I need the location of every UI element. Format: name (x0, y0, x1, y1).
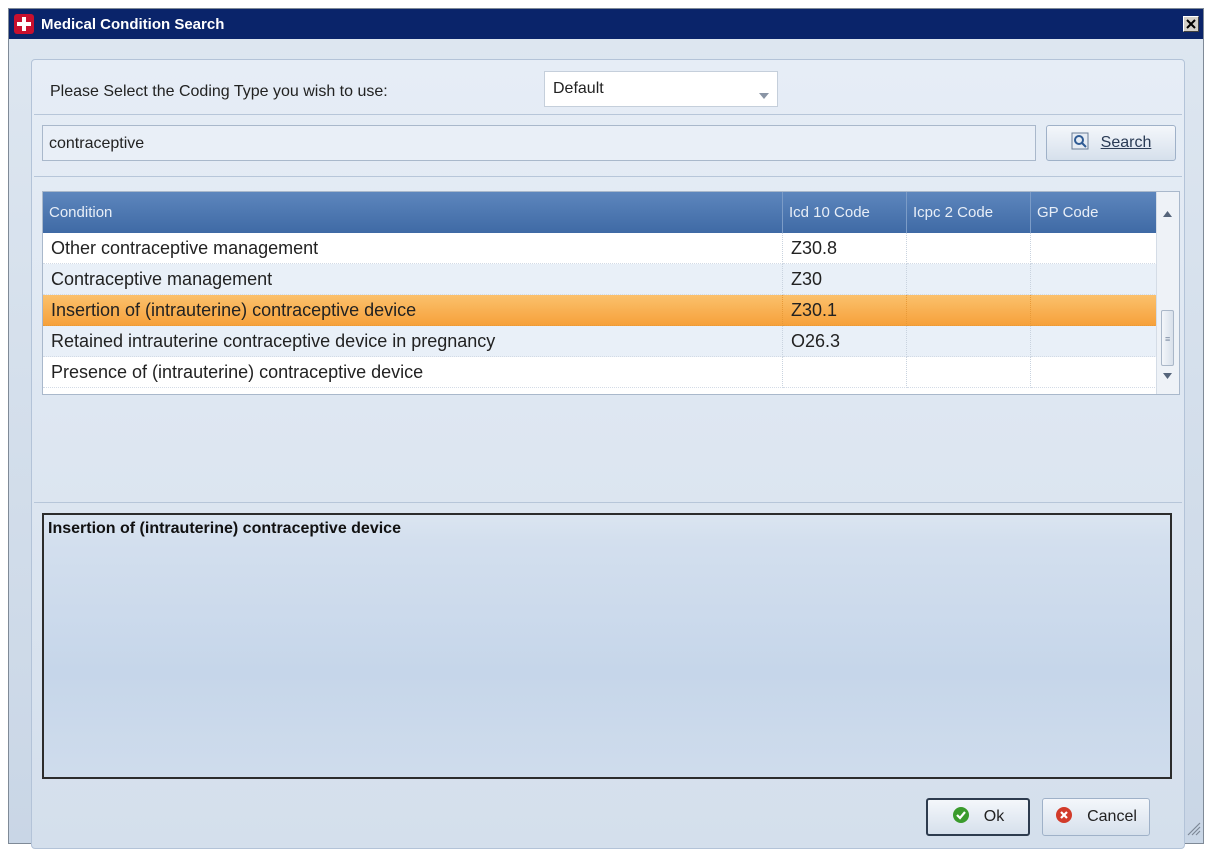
chevron-down-icon (759, 86, 769, 104)
table-row[interactable]: Other contraceptive management Z30.8 (43, 233, 1157, 264)
close-button[interactable] (1183, 16, 1199, 32)
cell-condition: Presence of (intrauterine) contraceptive… (43, 357, 783, 388)
cell-icd10: Z30 (783, 264, 907, 295)
description-box: Insertion of (intrauterine) contraceptiv… (42, 513, 1172, 779)
search-row: contraceptive Search (34, 114, 1182, 167)
scrollbar-grip-icon: ≡ (1165, 334, 1171, 344)
window-title: Medical Condition Search (41, 15, 225, 33)
cell-gp (1031, 295, 1157, 326)
cell-gp (1031, 357, 1157, 388)
medical-condition-search-window: Medical Condition Search Please Select t… (8, 8, 1204, 849)
search-panel: Please Select the Coding Type you wish t… (31, 59, 1185, 849)
cell-condition: Insertion of (intrauterine) contraceptiv… (43, 295, 783, 326)
cell-icd10 (783, 357, 907, 388)
ok-button-label: Ok (983, 808, 1005, 825)
scroll-down-arrow-icon[interactable] (1163, 366, 1172, 384)
vertical-scrollbar[interactable]: ≡ (1156, 192, 1179, 394)
table-row[interactable]: Retained intrauterine contraceptive devi… (43, 326, 1157, 357)
cell-icd10: O26.3 (783, 326, 907, 357)
cell-icd10: Z30.8 (783, 233, 907, 264)
cell-icpc2 (907, 295, 1031, 326)
grid-body: Other contraceptive management Z30.8 Con… (43, 233, 1157, 388)
coding-type-label: Please Select the Coding Type you wish t… (50, 83, 388, 100)
coding-type-select[interactable]: Default (544, 71, 778, 107)
cell-condition: Other contraceptive management (43, 233, 783, 264)
close-icon (1186, 16, 1196, 33)
column-header-condition[interactable]: Condition (43, 192, 783, 233)
table-row[interactable]: Presence of (intrauterine) contraceptive… (43, 357, 1157, 388)
coding-type-row: Please Select the Coding Type you wish t… (50, 70, 1174, 114)
red-x-icon (1055, 806, 1073, 829)
cell-condition: Contraceptive management (43, 264, 783, 295)
search-button[interactable]: Search (1046, 125, 1176, 161)
description-section: Insertion of (intrauterine) contraceptiv… (34, 502, 1182, 803)
cancel-button[interactable]: Cancel (1042, 798, 1150, 836)
cell-condition: Retained intrauterine contraceptive devi… (43, 326, 783, 357)
cell-gp (1031, 233, 1157, 264)
ok-button[interactable]: Ok (926, 798, 1030, 836)
column-header-icd10[interactable]: Icd 10 Code (783, 192, 907, 233)
description-text: Insertion of (intrauterine) contraceptiv… (48, 520, 401, 537)
green-check-icon (952, 806, 970, 829)
cell-icpc2 (907, 233, 1031, 264)
column-header-gp[interactable]: GP Code (1031, 192, 1157, 233)
title-bar: Medical Condition Search (9, 9, 1203, 39)
results-section: Condition Icd 10 Code Icpc 2 Code GP Cod… (34, 176, 1182, 503)
search-button-label: Search (1100, 134, 1152, 151)
magnifier-icon (1071, 132, 1089, 155)
table-row-selected[interactable]: Insertion of (intrauterine) contraceptiv… (43, 295, 1157, 326)
resize-grip-icon[interactable] (1185, 820, 1201, 841)
dialog-body: Please Select the Coding Type you wish t… (9, 39, 1203, 849)
table-row[interactable]: Contraceptive management Z30 (43, 264, 1157, 295)
search-input[interactable]: contraceptive (42, 125, 1036, 161)
scroll-up-arrow-icon[interactable] (1163, 204, 1172, 222)
cell-icd10: Z30.1 (783, 295, 907, 326)
cancel-button-label: Cancel (1087, 808, 1137, 825)
dialog-footer: Ok Cancel (32, 788, 1184, 848)
coding-type-value: Default (553, 80, 604, 97)
cell-icpc2 (907, 264, 1031, 295)
column-header-icpc2[interactable]: Icpc 2 Code (907, 192, 1031, 233)
cell-icpc2 (907, 326, 1031, 357)
medical-cross-icon (13, 13, 35, 35)
results-grid: Condition Icd 10 Code Icpc 2 Code GP Cod… (42, 191, 1180, 395)
cell-icpc2 (907, 357, 1031, 388)
cell-gp (1031, 326, 1157, 357)
grid-header: Condition Icd 10 Code Icpc 2 Code GP Cod… (43, 192, 1157, 233)
scrollbar-thumb[interactable]: ≡ (1161, 310, 1174, 366)
cell-gp (1031, 264, 1157, 295)
